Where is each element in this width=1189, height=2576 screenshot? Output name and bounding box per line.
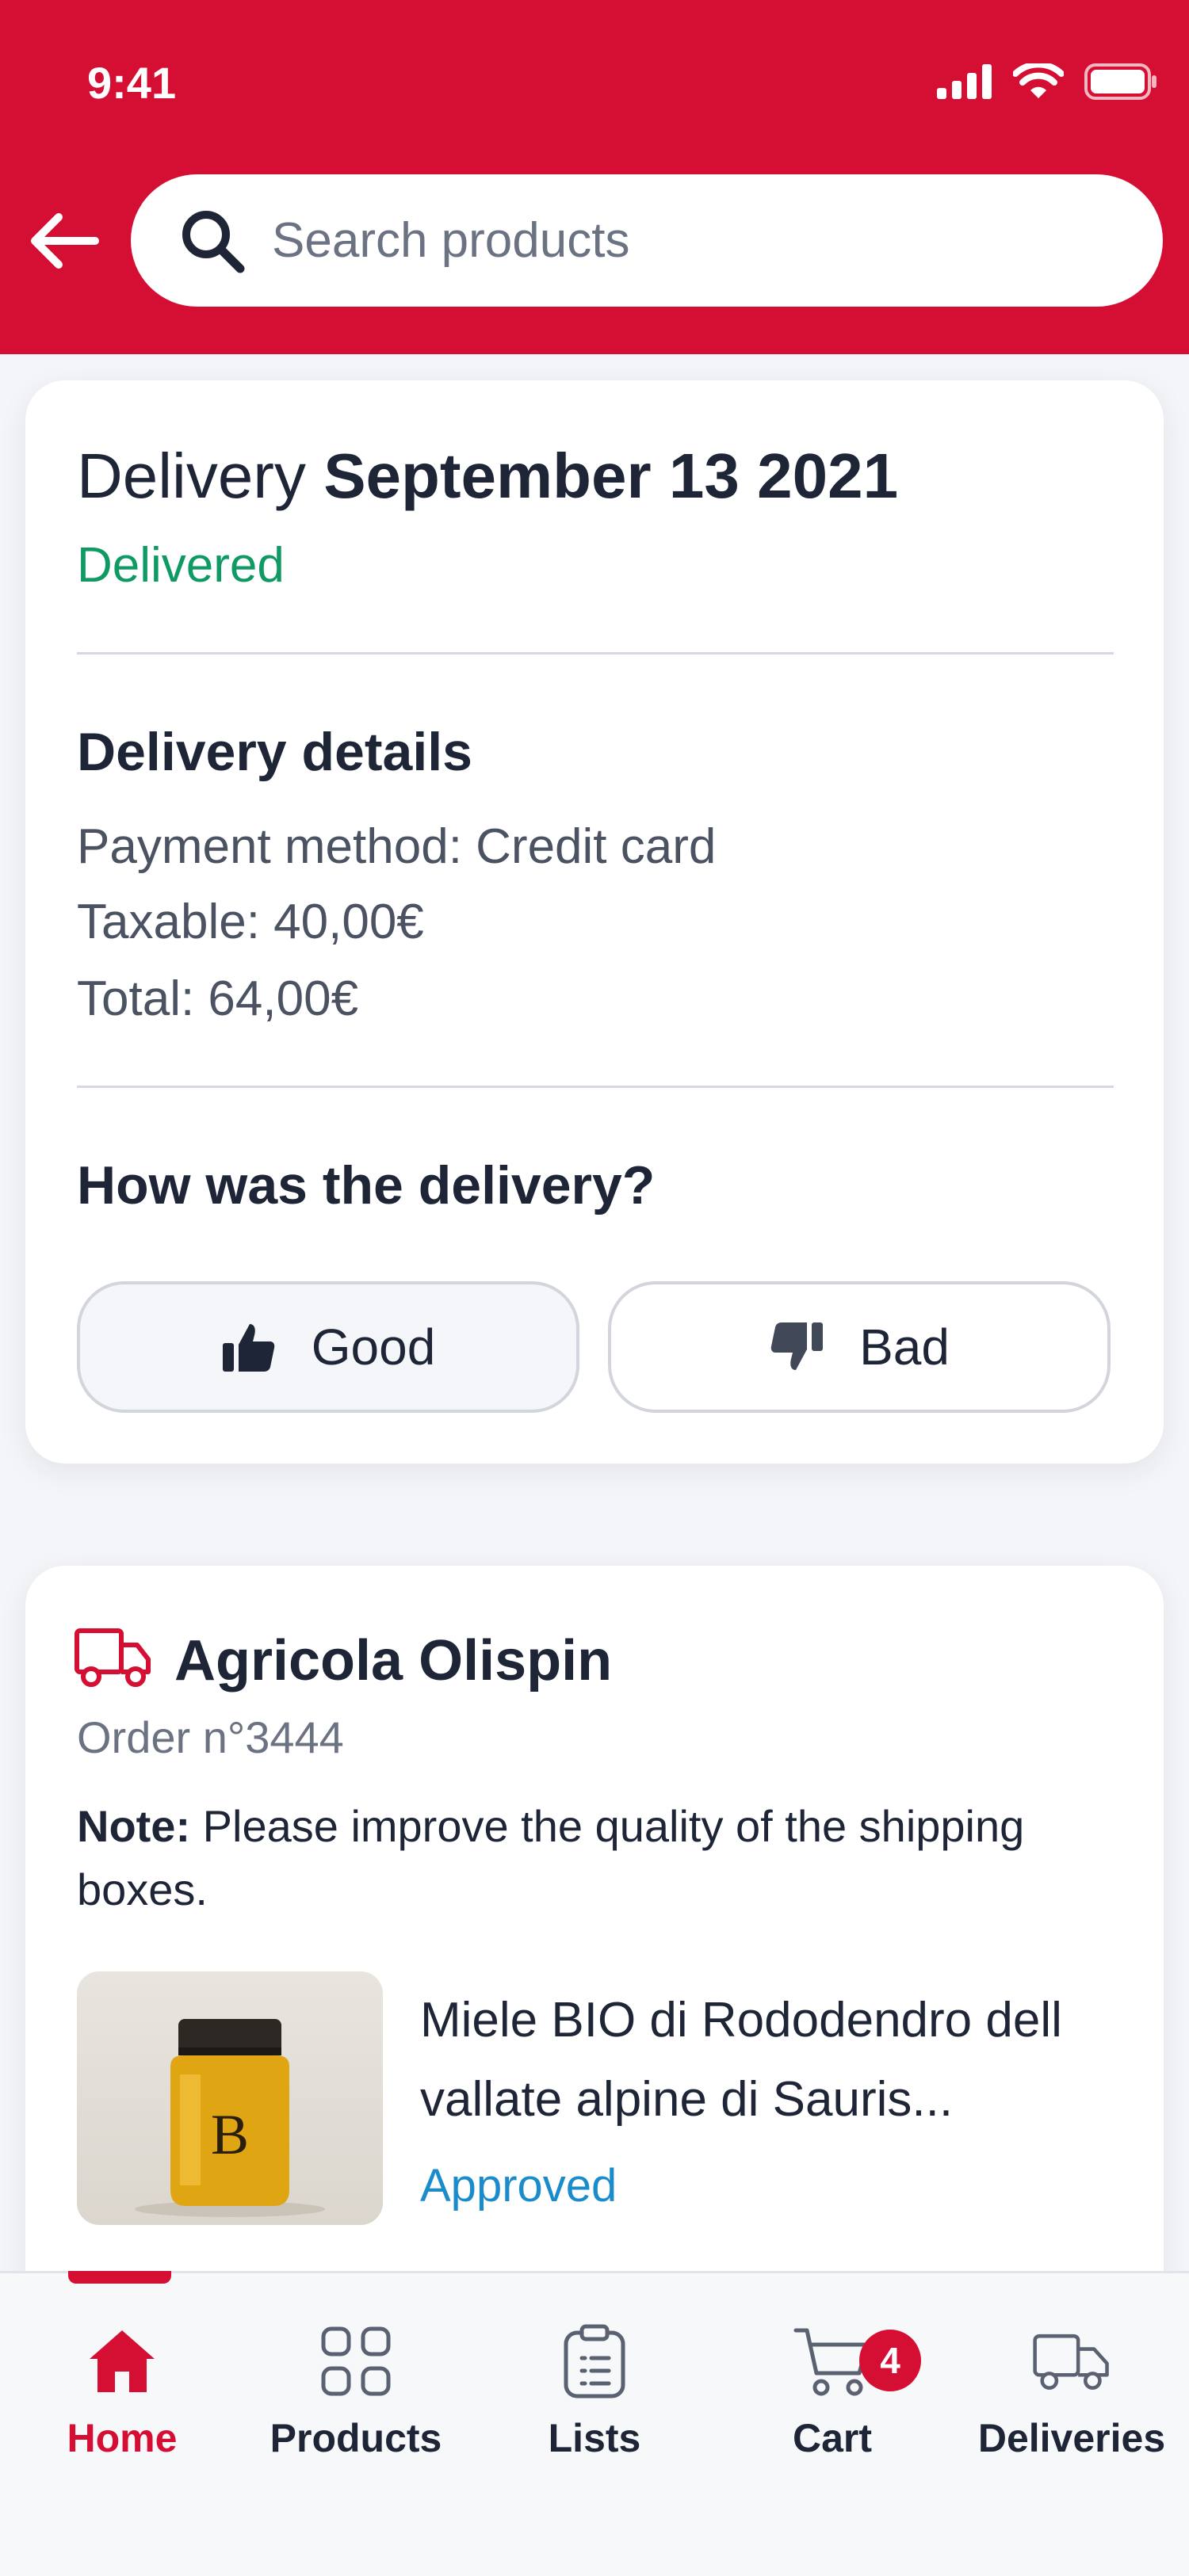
search-input[interactable]: Search products	[131, 174, 1163, 307]
bad-button[interactable]: Bad	[608, 1281, 1111, 1413]
bad-label: Bad	[859, 1319, 950, 1376]
battery-icon	[1084, 63, 1157, 100]
clipboard-icon	[564, 2324, 625, 2399]
tab-products[interactable]: Products	[253, 2322, 459, 2461]
wifi-icon	[1013, 63, 1064, 98]
search-placeholder: Search products	[272, 213, 630, 268]
cart-badge: 4	[859, 2330, 921, 2391]
product-image[interactable]: B	[77, 1971, 383, 2225]
delivery-status: Delivered	[77, 538, 285, 593]
order-note: Note: Please improve the quality of the …	[77, 1795, 1123, 1922]
grid-icon	[321, 2326, 391, 2396]
company-name: Agricola Olispin	[174, 1629, 613, 1693]
good-label: Good	[311, 1319, 436, 1376]
divider	[77, 1086, 1114, 1088]
delivery-date: September 13 2021	[323, 441, 899, 511]
tab-lists-label: Lists	[548, 2416, 641, 2460]
product-name-line1: Miele BIO di Rododendro dell	[420, 1993, 1062, 2047]
tab-products-label: Products	[270, 2416, 442, 2460]
product-name-line2: vallate alpine di Sauris...	[420, 2072, 954, 2127]
svg-text:B: B	[211, 2103, 249, 2166]
good-button[interactable]: Good	[77, 1281, 579, 1413]
taxable-amount: Taxable: 40,00€	[77, 895, 424, 949]
honey-jar-image: B	[135, 2019, 325, 2217]
delivery-details-title: Delivery details	[77, 722, 472, 782]
truck-icon	[75, 1628, 151, 1687]
tab-lists[interactable]: Lists	[491, 2322, 698, 2461]
active-tab-indicator	[68, 2271, 171, 2284]
rating-question: How was the delivery?	[77, 1155, 656, 1215]
note-text: Please improve the quality of the shippi…	[77, 1801, 1025, 1914]
thumbs-down-icon	[770, 1322, 824, 1370]
note-label: Note:	[77, 1801, 191, 1851]
tab-cart-label: Cart	[792, 2416, 873, 2460]
order-number: Order n°3444	[77, 1712, 344, 1762]
status-icons	[937, 63, 1157, 100]
delivery-title-prefix: Delivery	[77, 441, 306, 511]
truck-icon	[1033, 2334, 1109, 2390]
tab-home[interactable]: Home	[19, 2322, 225, 2461]
thumbs-up-icon	[222, 1324, 274, 1372]
payment-method: Payment method: Credit card	[77, 819, 717, 874]
total-amount: Total: 64,00€	[77, 971, 359, 1026]
arrow-left-icon	[31, 213, 99, 269]
product-status: Approved	[420, 2160, 617, 2212]
product-name[interactable]: Miele BIO di Rododendro dell vallate alp…	[420, 1981, 1134, 2139]
divider	[77, 652, 1114, 654]
tab-home-label: Home	[67, 2416, 178, 2460]
search-icon	[182, 210, 245, 273]
signal-icon	[937, 64, 992, 99]
back-button[interactable]	[27, 209, 103, 273]
delivery-title: Delivery September 13 2021	[77, 440, 898, 513]
home-icon	[90, 2330, 155, 2392]
tab-deliveries-label: Deliveries	[977, 2416, 1166, 2460]
status-time: 9:41	[87, 58, 177, 108]
tab-deliveries[interactable]: Deliveries	[969, 2322, 1175, 2461]
